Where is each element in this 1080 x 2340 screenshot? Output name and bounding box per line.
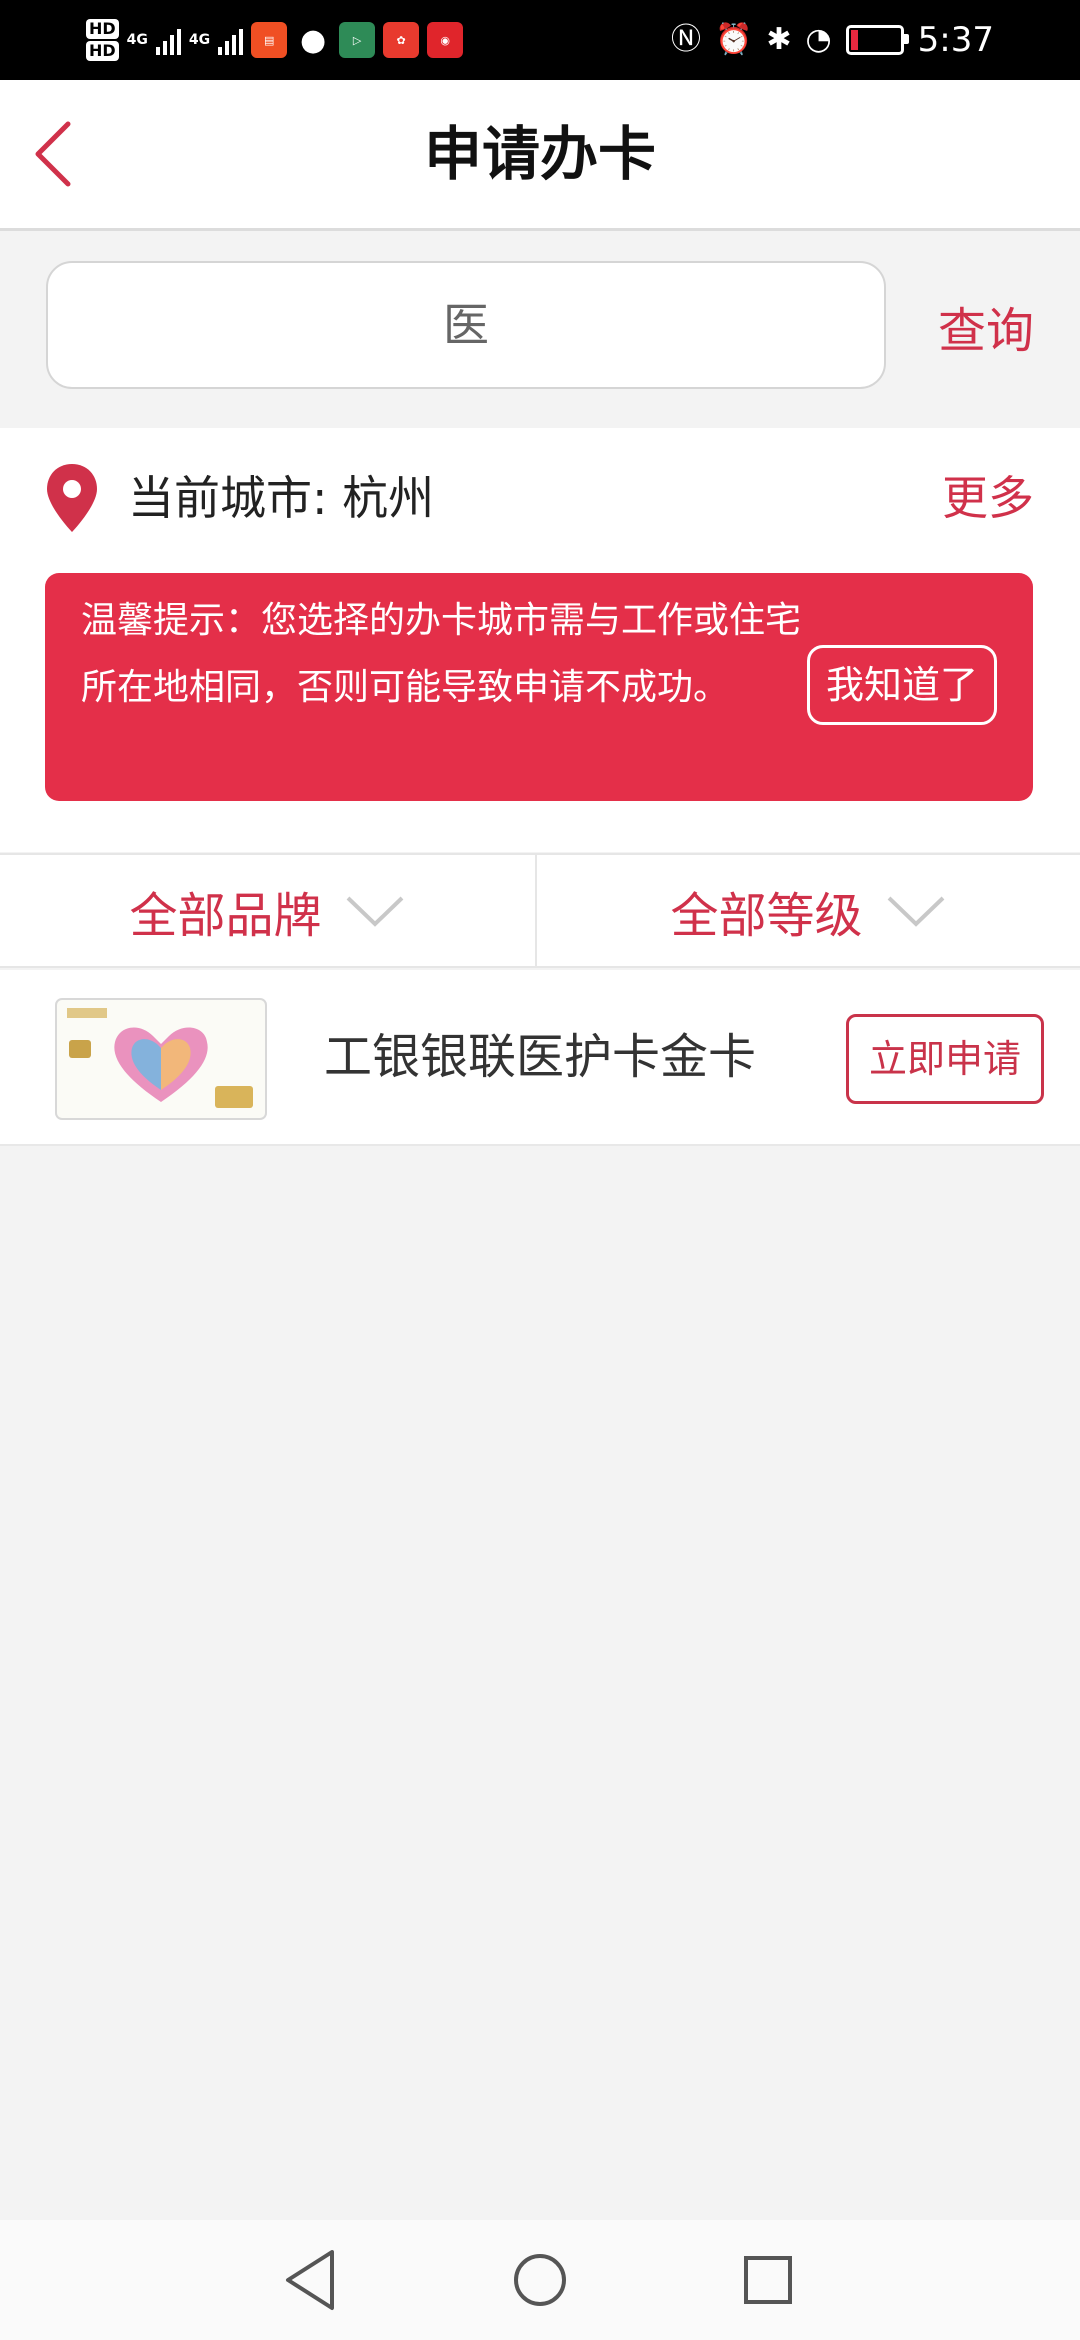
list-item[interactable]: 工银银联医护卡金卡 立即申请	[0, 970, 1080, 1146]
credit-card-image	[55, 998, 267, 1120]
city-section: 当前城市: 杭州 更多 温馨提示：您选择的办卡城市需与工作或住宅所在地相同，否则…	[0, 428, 1080, 852]
status-bar: HD HD 4G 4G ▤ ● ▷ ✿ ◉ Ⓝ ⏰ ✱ ◔ 5:37	[0, 0, 1080, 80]
status-left: HD HD 4G 4G ▤ ● ▷ ✿ ◉	[86, 10, 464, 70]
news-app-icon: ▤	[251, 22, 288, 58]
notice-text: 温馨提示：您选择的办卡城市需与工作或住宅所在地相同，否则可能导致申请不成功。	[81, 600, 802, 708]
more-cities-link[interactable]: 更多	[942, 462, 1034, 534]
search-input[interactable]: 医	[46, 261, 886, 389]
signal-icon-2	[218, 25, 244, 55]
speed-icon: ◔	[805, 22, 832, 57]
search-bar: 医 查询	[0, 231, 1080, 427]
battery-level	[850, 30, 858, 50]
nav-recents-icon[interactable]	[728, 2242, 808, 2318]
hd-indicator-1: HD	[86, 19, 119, 39]
network-type-2: 4G	[188, 32, 211, 48]
status-time: 5:37	[917, 20, 994, 60]
brand-filter-label: 全部品牌	[129, 887, 322, 944]
filter-bar: 全部品牌 全部等级	[0, 853, 1080, 968]
hd-indicator-2: HD	[86, 41, 119, 61]
location-pin-icon	[47, 464, 97, 532]
play-app-icon: ▷	[339, 22, 376, 58]
status-right: Ⓝ ⏰ ✱ ◔ 5:37	[671, 0, 994, 80]
level-filter-dropdown[interactable]: 全部等级	[537, 855, 1080, 966]
notice-banner: 温馨提示：您选择的办卡城市需与工作或住宅所在地相同，否则可能导致申请不成功。 我…	[45, 573, 1033, 801]
chevron-down-icon	[887, 896, 944, 927]
search-button[interactable]: 查询	[938, 291, 1034, 361]
app-header: 申请办卡	[0, 80, 1080, 231]
level-filter-label: 全部等级	[670, 887, 863, 944]
battery-icon	[845, 25, 909, 55]
brand-filter-dropdown[interactable]: 全部品牌	[0, 855, 535, 966]
weibo-icon: ◉	[427, 22, 464, 58]
nav-back-icon[interactable]	[270, 2242, 350, 2318]
page-title: 申请办卡	[423, 120, 656, 188]
network-type-1: 4G	[126, 32, 148, 48]
bluetooth-icon: ✱	[766, 22, 792, 57]
signal-icon-1	[155, 25, 181, 55]
nfc-icon: Ⓝ	[670, 22, 701, 57]
dismiss-notice-button[interactable]: 我知道了	[807, 645, 997, 725]
alarm-icon: ⏰	[714, 22, 753, 57]
chat-bubble-icon: ●	[300, 22, 327, 58]
hd-indicators: HD HD	[86, 19, 119, 61]
nav-home-icon[interactable]	[500, 2242, 580, 2318]
red-app-icon: ✿	[383, 22, 420, 58]
chevron-down-icon	[346, 896, 403, 927]
card-name: 工银银联医护卡金卡	[324, 1029, 757, 1085]
system-nav-bar	[0, 2220, 1080, 2340]
apply-now-button[interactable]: 立即申请	[846, 1014, 1044, 1104]
current-city-label: 当前城市: 杭州	[128, 471, 435, 525]
